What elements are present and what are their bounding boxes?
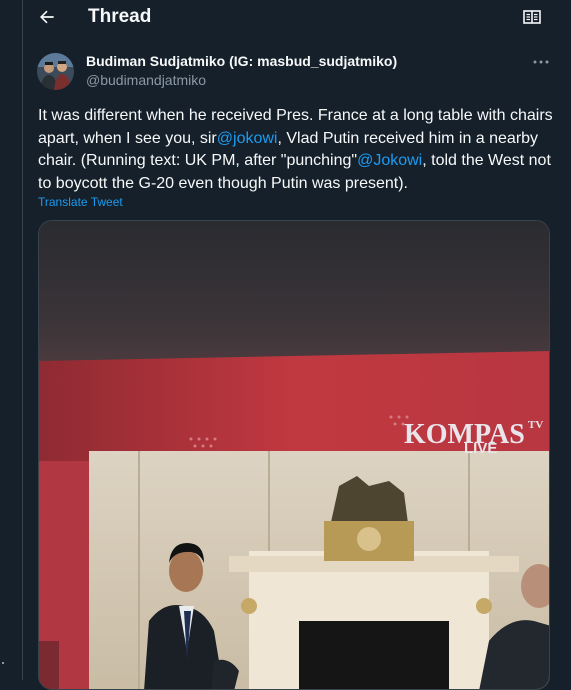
kompas-logo-suffix: TV (528, 419, 543, 431)
thread-column: Thread Budiman Sudjatmiko (IG: masbud_su… (22, 0, 571, 690)
reader-mode-icon (523, 10, 541, 24)
more-dots-icon (533, 60, 549, 64)
tweet-text: It was different when he received Pres. … (38, 105, 553, 195)
arrow-left-icon (40, 10, 54, 24)
mention-link[interactable]: @jokowi (217, 130, 278, 147)
mention-link[interactable]: @Jokowi (357, 152, 422, 169)
thread-header: Thread (23, 0, 571, 36)
page-title: Thread (88, 6, 152, 27)
tweet-media-image[interactable]: KOMPAS TV LIVE (38, 220, 550, 690)
back-button[interactable] (35, 5, 59, 29)
more-options-button[interactable] (531, 52, 551, 72)
author-name[interactable]: Budiman Sudjatmiko (IG: masbud_sudjatmik… (86, 53, 397, 69)
reader-mode-button[interactable] (521, 6, 543, 28)
translate-tweet-link[interactable]: Translate Tweet (38, 195, 123, 209)
edge-dot (2, 662, 4, 664)
avatar-image (37, 53, 74, 90)
kompas-live-label: LIVE (464, 440, 497, 457)
media-photo: KOMPAS TV LIVE (39, 221, 549, 689)
author-handle[interactable]: @budimandjatmiko (86, 72, 206, 88)
avatar[interactable] (37, 53, 74, 90)
